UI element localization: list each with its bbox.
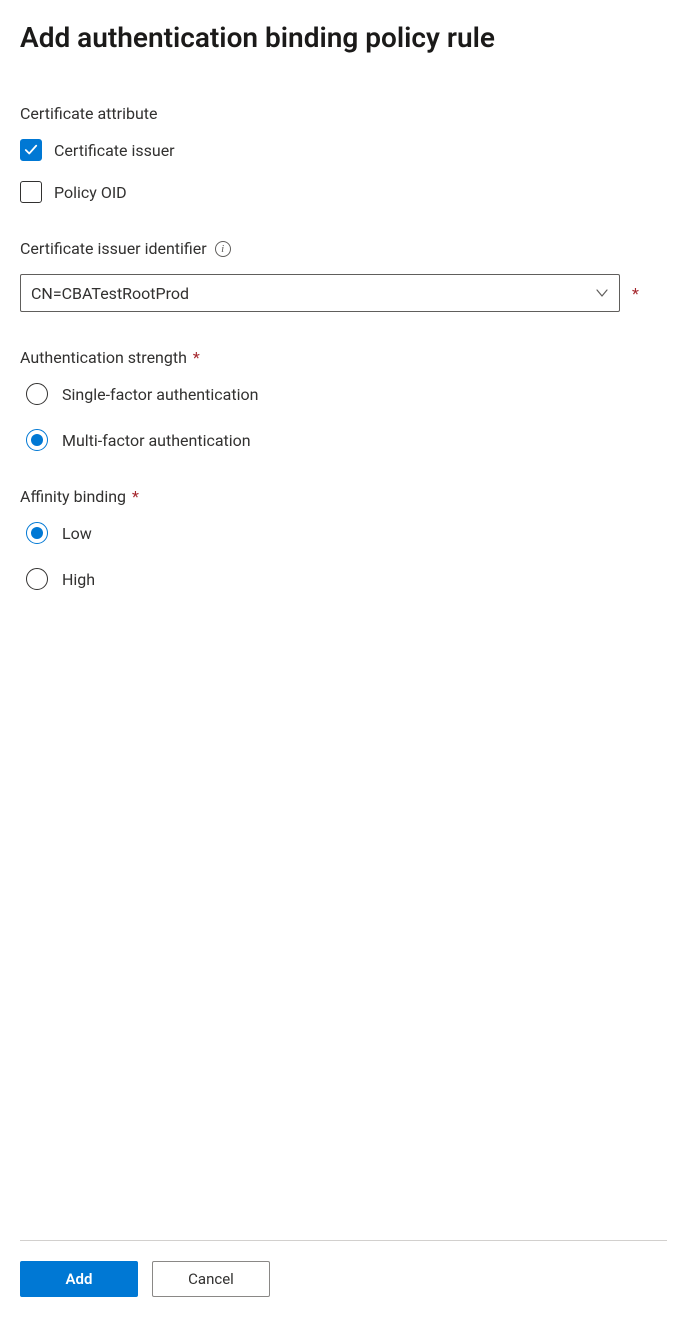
policy-oid-checkbox-row[interactable]: Policy OID [20,181,667,203]
affinity-binding-group: Low High [20,522,667,590]
auth-strength-group: Single-factor authentication Multi-facto… [20,383,667,451]
auth-strength-label: Authentication strength * [20,348,667,367]
single-factor-radio[interactable] [26,383,48,405]
issuer-identifier-label: Certificate issuer identifier i [20,239,667,258]
multi-factor-radio-row[interactable]: Multi-factor authentication [26,429,667,451]
affinity-high-radio[interactable] [26,568,48,590]
certificate-attribute-group: Certificate issuer Policy OID [20,139,667,203]
affinity-low-radio[interactable] [26,522,48,544]
affinity-high-radio-row[interactable]: High [26,568,667,590]
chevron-down-icon [595,286,609,300]
certificate-issuer-label: Certificate issuer [54,141,175,160]
affinity-high-label: High [62,570,95,589]
policy-oid-checkbox[interactable] [20,181,42,203]
certificate-issuer-checkbox[interactable] [20,139,42,161]
affinity-binding-label-text: Affinity binding [20,487,126,506]
checkmark-icon [24,143,38,157]
issuer-identifier-required: * [632,284,639,303]
info-icon[interactable]: i [215,241,231,257]
footer-button-row: Add Cancel [20,1261,667,1297]
auth-strength-label-text: Authentication strength [20,348,187,367]
affinity-binding-label: Affinity binding * [20,487,667,506]
issuer-identifier-label-text: Certificate issuer identifier [20,239,207,258]
certificate-attribute-label-text: Certificate attribute [20,104,157,123]
single-factor-label: Single-factor authentication [62,385,258,404]
add-button[interactable]: Add [20,1261,138,1297]
issuer-identifier-dropdown[interactable]: CN=CBATestRootProd [20,274,620,312]
affinity-low-label: Low [62,524,92,543]
auth-strength-required: * [193,348,200,367]
affinity-binding-required: * [132,487,139,506]
certificate-issuer-checkbox-row[interactable]: Certificate issuer [20,139,667,161]
issuer-identifier-value: CN=CBATestRootProd [31,284,189,303]
policy-oid-label: Policy OID [54,183,127,202]
cancel-button[interactable]: Cancel [152,1261,270,1297]
multi-factor-radio[interactable] [26,429,48,451]
multi-factor-label: Multi-factor authentication [62,431,251,450]
page-title: Add authentication binding policy rule [20,20,667,56]
footer-divider [20,1240,667,1241]
single-factor-radio-row[interactable]: Single-factor authentication [26,383,667,405]
footer: Add Cancel [20,1240,667,1297]
affinity-low-radio-row[interactable]: Low [26,522,667,544]
certificate-attribute-label: Certificate attribute [20,104,667,123]
issuer-identifier-field-wrapper: CN=CBATestRootProd * [20,274,667,312]
